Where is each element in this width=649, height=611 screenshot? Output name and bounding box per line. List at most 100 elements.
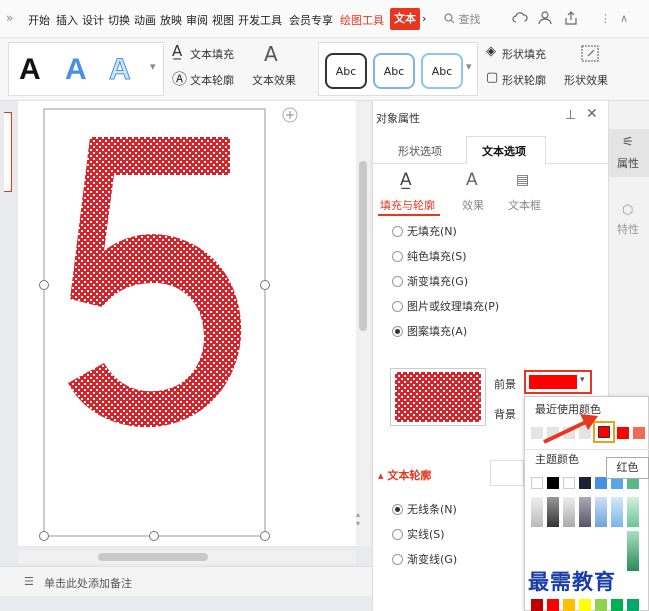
text-style-black[interactable]: A <box>19 53 41 87</box>
shape-style-light-blue[interactable]: Abc <box>421 53 463 89</box>
more-icon[interactable]: ⋮ <box>600 12 611 25</box>
menu-item-devtools[interactable]: 开发工具 <box>238 12 282 28</box>
theme-swatch[interactable] <box>579 477 591 489</box>
radio-picture[interactable] <box>392 301 403 312</box>
outline-option-none[interactable]: 无线条(N) <box>392 501 457 517</box>
fill-option-none[interactable]: 无填充(N) <box>392 223 457 239</box>
gallery-more-icon[interactable]: ▾ <box>150 60 156 73</box>
menu-item-view[interactable]: 视图 <box>212 12 234 28</box>
search-box[interactable]: 查找 <box>444 11 481 27</box>
slide-thumbnail-strip[interactable] <box>4 112 12 192</box>
tab-shape-options[interactable]: 形状选项 <box>398 143 442 159</box>
panel-title[interactable]: 对象属性 <box>376 110 420 126</box>
theme-shade-column[interactable] <box>611 497 623 527</box>
horizontal-scroll-thumb[interactable] <box>98 553 208 561</box>
radio-outline-solid[interactable] <box>392 529 403 540</box>
standard-swatch[interactable] <box>627 599 639 611</box>
radio-outline-none[interactable] <box>392 504 403 515</box>
menu-item-insert[interactable]: 插入 <box>56 12 78 28</box>
menu-item-member[interactable]: 会员专享 <box>289 12 333 28</box>
shape-style-dark[interactable]: Abc <box>325 53 367 89</box>
theme-shade-column[interactable] <box>547 497 559 527</box>
recent-swatch[interactable] <box>633 427 645 439</box>
standard-swatch[interactable] <box>579 599 591 611</box>
radio-solid[interactable] <box>392 251 403 262</box>
menu-item-transition[interactable]: 切换 <box>108 12 130 28</box>
radio-outline-gradient[interactable] <box>392 554 403 565</box>
text-style-outline[interactable]: A <box>109 53 132 87</box>
panel-scroll-arrows[interactable]: ▴ ▾ <box>356 510 368 550</box>
pin-icon[interactable]: ⊥ <box>565 108 576 123</box>
menu-item-drawing-tools[interactable]: 绘图工具 <box>340 12 384 28</box>
radio-none[interactable] <box>392 226 403 237</box>
theme-shade-column[interactable] <box>595 497 607 527</box>
close-icon[interactable]: ✕ <box>586 106 598 122</box>
fill-option-picture-label: 图片或纹理填充(P) <box>407 300 500 313</box>
outline-option-gradient[interactable]: 渐变线(G) <box>392 551 457 567</box>
horizontal-scrollbar[interactable] <box>18 550 356 564</box>
share-icon[interactable] <box>564 11 578 25</box>
tab-text-options[interactable]: 文本选项 <box>482 143 526 159</box>
big-number-five[interactable] <box>68 137 242 428</box>
theme-shade-column[interactable] <box>627 497 639 527</box>
outline-section-header[interactable]: ▴ 文本轮廓 <box>378 467 431 483</box>
shape-outline-button[interactable]: 形状轮廓 <box>502 72 546 88</box>
user-icon[interactable] <box>538 11 552 25</box>
theme-swatch[interactable] <box>547 477 559 489</box>
resize-handle-right[interactable] <box>260 280 270 290</box>
subtab-fill-outline[interactable]: 填充与轮廓 <box>380 197 435 213</box>
outline-option-solid[interactable]: 实线(S) <box>392 526 445 542</box>
shape-fill-button[interactable]: 形状填充 <box>502 46 546 62</box>
vertical-scrollbar[interactable] <box>356 101 370 546</box>
shape-style-blue[interactable]: Abc <box>373 53 415 89</box>
text-effect-button[interactable]: 文本效果 <box>252 72 296 88</box>
pattern-preview-box[interactable] <box>390 368 486 426</box>
resize-handle-bottom-right[interactable] <box>260 531 270 541</box>
menu-item-review[interactable]: 审阅 <box>186 12 208 28</box>
foreground-color-picker[interactable]: ▾ <box>524 370 592 394</box>
theme-swatch[interactable] <box>531 477 543 489</box>
menu-item-design[interactable]: 设计 <box>82 12 104 28</box>
side-features-button[interactable]: ⬡ 特性 <box>609 197 649 245</box>
tab-more-arrow[interactable]: › <box>422 12 426 25</box>
subtab-effect[interactable]: 效果 <box>462 197 484 213</box>
standard-swatch[interactable] <box>531 599 543 611</box>
cloud-sync-icon[interactable] <box>512 11 528 25</box>
shape-effect-button[interactable]: 形状效果 <box>564 72 608 88</box>
shape-gallery-more-icon[interactable]: ▾ <box>466 60 472 73</box>
subtab-textbox[interactable]: 文本框 <box>508 197 541 213</box>
resize-handle-left[interactable] <box>39 280 49 290</box>
resize-handle-bottom[interactable] <box>149 531 159 541</box>
collapse-ribbon-icon[interactable]: ∧ <box>620 12 628 25</box>
recent-swatch[interactable] <box>617 427 629 439</box>
text-style-blue[interactable]: A <box>65 53 87 87</box>
radio-gradient[interactable] <box>392 276 403 287</box>
vertical-scroll-thumb[interactable] <box>359 161 367 331</box>
text-fill-button[interactable]: 文本填充 <box>190 46 234 62</box>
fill-option-gradient[interactable]: 渐变填充(G) <box>392 273 468 289</box>
theme-shade-column[interactable] <box>627 531 639 571</box>
standard-swatch[interactable] <box>563 599 575 611</box>
expand-menu-icon[interactable]: » <box>6 11 13 25</box>
fill-option-pattern[interactable]: 图案填充(A) <box>392 323 467 339</box>
pattern-dropdown-icon[interactable]: ▾ <box>477 394 482 404</box>
tab-text[interactable]: 文本 <box>390 8 420 30</box>
fill-option-solid[interactable]: 纯色填充(S) <box>392 248 467 264</box>
text-outline-button[interactable]: 文本轮廓 <box>190 72 234 88</box>
outline-width-input[interactable] <box>490 460 524 486</box>
standard-swatch[interactable] <box>595 599 607 611</box>
resize-handle-bottom-left[interactable] <box>39 531 49 541</box>
theme-shade-column[interactable] <box>579 497 591 527</box>
notes-bar[interactable]: ☰ 单击此处添加备注 <box>0 566 372 596</box>
theme-shade-column[interactable] <box>563 497 575 527</box>
standard-swatch[interactable] <box>611 599 623 611</box>
fill-option-picture[interactable]: 图片或纹理填充(P) <box>392 298 499 314</box>
side-properties-button[interactable]: ⚟ 属性 <box>609 129 649 177</box>
theme-swatch[interactable] <box>563 477 575 489</box>
menu-item-slideshow[interactable]: 放映 <box>160 12 182 28</box>
standard-swatch[interactable] <box>547 599 559 611</box>
menu-item-animation[interactable]: 动画 <box>134 12 156 28</box>
menu-item-start[interactable]: 开始 <box>28 12 50 28</box>
theme-shade-column[interactable] <box>531 497 543 527</box>
radio-pattern[interactable] <box>392 326 403 337</box>
